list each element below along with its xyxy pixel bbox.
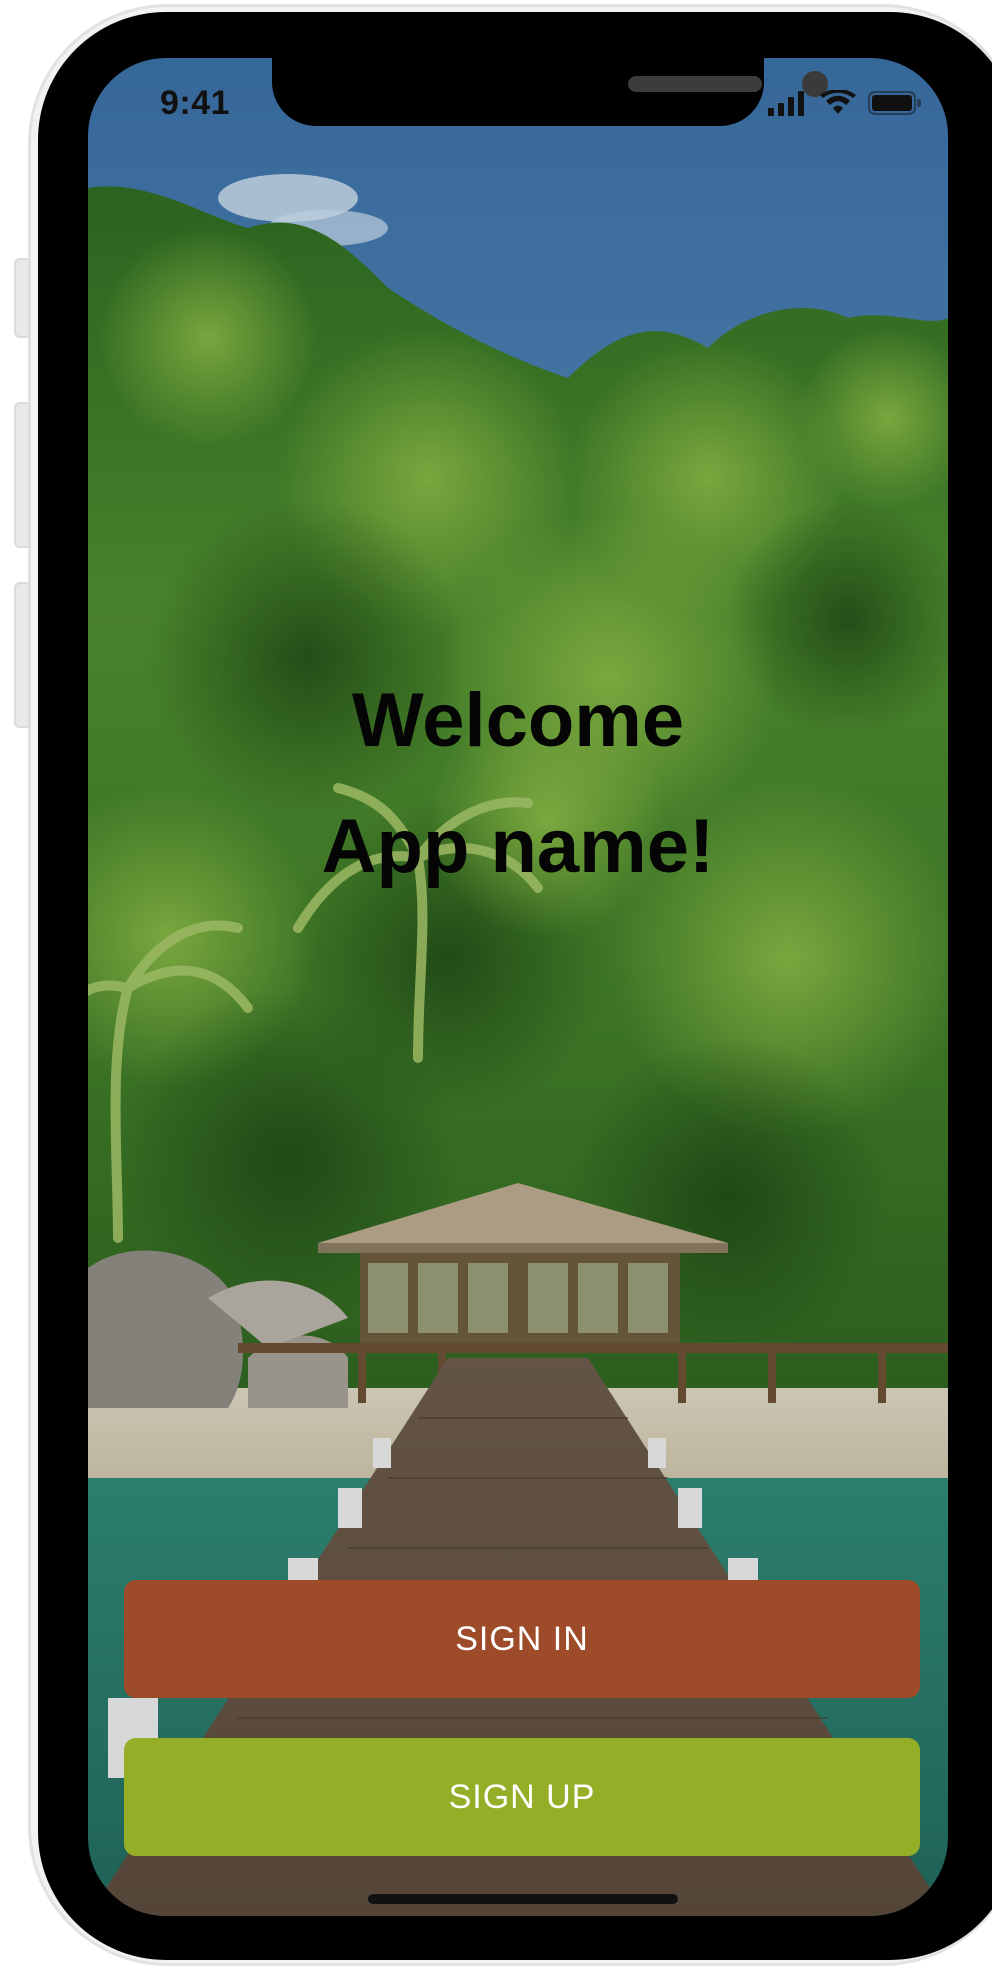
wifi-icon [820, 90, 856, 114]
cellular-signal-icon [768, 91, 804, 116]
phone-volume-down-button [14, 582, 30, 728]
home-indicator[interactable] [368, 1894, 678, 1904]
sign-up-button[interactable]: SIGN UP [124, 1738, 920, 1856]
sign-up-label: SIGN UP [448, 1777, 596, 1816]
status-icons [768, 90, 922, 116]
status-time: 9:41 [160, 84, 231, 122]
app-screen: 9:41 Welcome App name! SIGN IN SIGN UP [88, 58, 948, 1916]
phone-volume-up-button [14, 402, 30, 548]
battery-icon [868, 91, 921, 115]
speaker-grille [628, 76, 762, 92]
app-name-line: App name! [321, 804, 715, 889]
sign-in-label: SIGN IN [455, 1619, 589, 1658]
sign-in-button[interactable]: SIGN IN [124, 1580, 920, 1698]
welcome-line: Welcome [351, 678, 685, 763]
phone-silent-switch [14, 258, 30, 338]
phone-notch [272, 58, 828, 126]
welcome-heading: Welcome App name! [88, 658, 948, 910]
